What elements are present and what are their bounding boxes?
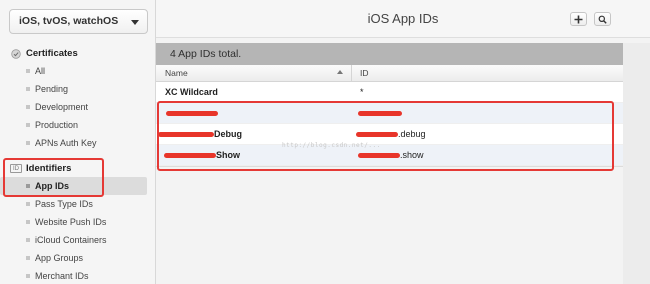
search-button[interactable] <box>594 12 611 26</box>
sidebar-item-label: Development <box>35 102 89 112</box>
sidebar-item-pass-type-ids[interactable]: Pass Type IDs <box>0 195 147 213</box>
bullet-icon <box>26 123 30 127</box>
sidebar-item-app-groups[interactable]: App Groups <box>0 249 147 267</box>
redaction-mark <box>358 111 402 116</box>
search-icon <box>598 15 607 24</box>
plus-icon <box>574 15 583 24</box>
sort-ascending-icon <box>337 70 343 74</box>
redaction-mark <box>356 132 398 137</box>
column-header-id[interactable]: ID <box>352 65 369 81</box>
sidebar: iOS, tvOS, watchOS Certificates All Pend… <box>0 0 156 284</box>
sidebar-item-development[interactable]: Development <box>0 98 147 116</box>
bullet-icon <box>26 220 30 224</box>
summary-text: 4 App IDs total. <box>170 48 242 60</box>
bullet-icon <box>26 141 30 145</box>
sidebar-item-label: App IDs <box>35 181 70 191</box>
redaction-mark <box>164 153 216 158</box>
sidebar-item-label: Production <box>35 120 79 130</box>
sidebar-item-label: APNs Auth Key <box>35 138 97 148</box>
table-row[interactable]: XC Wildcard * <box>156 82 623 103</box>
certificates-section: Certificates All Pending Development Pro… <box>0 46 155 152</box>
sidebar-item-pending[interactable]: Pending <box>0 80 147 98</box>
sidebar-item-label: iCloud Containers <box>35 235 107 245</box>
bullet-icon <box>26 184 30 188</box>
sidebar-item-label: App Groups <box>35 253 84 263</box>
sidebar-item-all[interactable]: All <box>0 62 147 80</box>
row-name: Show <box>216 150 240 160</box>
identifiers-header[interactable]: ID Identifiers <box>0 161 155 177</box>
platform-select-value: iOS, tvOS, watchOS <box>19 15 119 27</box>
identifiers-title: Identifiers <box>26 163 72 174</box>
redaction-mark <box>166 111 218 116</box>
bullet-icon <box>26 87 30 91</box>
row-name: Debug <box>214 129 242 139</box>
bullet-icon <box>26 105 30 109</box>
column-header-name-label: Name <box>165 68 188 78</box>
sidebar-item-icloud-containers[interactable]: iCloud Containers <box>0 231 147 249</box>
bullet-icon <box>26 69 30 73</box>
row-id: * <box>360 87 364 97</box>
id-icon: ID <box>10 164 22 173</box>
row-id: .show <box>400 150 424 160</box>
app-ids-table: Name ID XC Wildcard * Debug .debug Show … <box>156 65 623 167</box>
chevron-down-icon <box>131 20 139 25</box>
sidebar-item-apns-auth-key[interactable]: APNs Auth Key <box>0 134 147 152</box>
identifiers-section: ID Identifiers App IDs Pass Type IDs Web… <box>0 161 155 284</box>
summary-bar: 4 App IDs total. <box>156 43 623 65</box>
app-window: iOS, tvOS, watchOS Certificates All Pend… <box>0 0 650 284</box>
certificate-icon <box>11 49 21 59</box>
sidebar-item-app-ids[interactable]: App IDs <box>0 177 147 195</box>
certificates-title: Certificates <box>26 48 78 59</box>
table-header: Name ID <box>156 65 623 82</box>
sidebar-item-production[interactable]: Production <box>0 116 147 134</box>
bullet-icon <box>26 202 30 206</box>
sidebar-item-merchant-ids[interactable]: Merchant IDs <box>0 267 147 284</box>
watermark-text: http://blog.csdn.net/... <box>282 142 381 149</box>
bullet-icon <box>26 238 30 242</box>
bullet-icon <box>26 274 30 278</box>
certificates-header[interactable]: Certificates <box>0 46 155 62</box>
main-content: iOS App IDs 4 App IDs total. Name ID XC … <box>156 0 650 284</box>
sidebar-item-label: Pending <box>35 84 69 94</box>
sidebar-item-label: Website Push IDs <box>35 217 107 227</box>
sidebar-item-label: All <box>35 66 46 76</box>
table-row[interactable]: Show .show <box>156 145 623 166</box>
topbar: iOS App IDs <box>156 0 650 38</box>
right-gutter <box>623 43 650 284</box>
sidebar-item-website-push-ids[interactable]: Website Push IDs <box>0 213 147 231</box>
row-name: XC Wildcard <box>165 87 218 97</box>
sidebar-item-label: Merchant IDs <box>35 271 89 281</box>
row-id: .debug <box>398 129 426 139</box>
redaction-mark <box>158 132 214 137</box>
column-header-id-label: ID <box>360 68 369 78</box>
table-row[interactable]: Debug .debug <box>156 124 623 145</box>
add-button[interactable] <box>570 12 587 26</box>
sidebar-item-label: Pass Type IDs <box>35 199 93 209</box>
bullet-icon <box>26 256 30 260</box>
redaction-mark <box>358 153 400 158</box>
table-row[interactable] <box>156 103 623 124</box>
platform-select[interactable]: iOS, tvOS, watchOS <box>9 9 148 34</box>
column-header-name[interactable]: Name <box>156 65 352 81</box>
